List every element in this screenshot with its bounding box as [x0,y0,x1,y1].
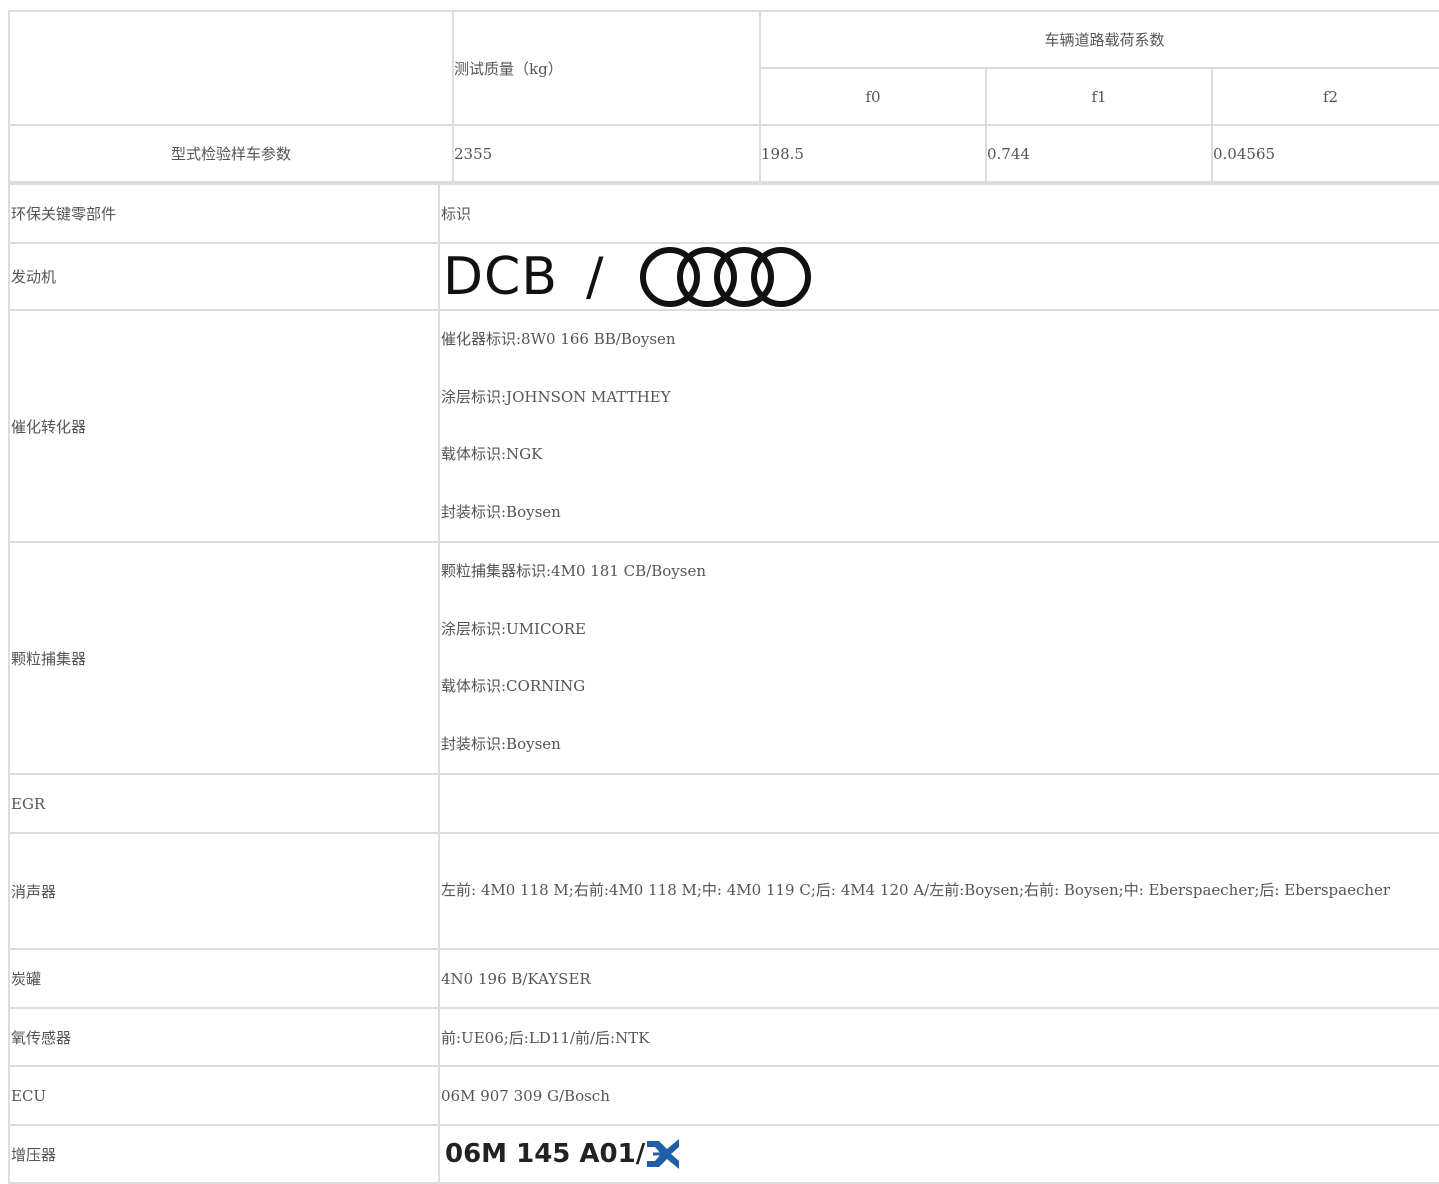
particulate-filter-marks: 颗粒捕集器标识:4M0 181 CB/Boysen 涂层标识:UMICORE 载… [438,541,1439,775]
catalyst-line: 催化器标识:8W0 166 BB/Boysen [441,330,676,348]
road-load-table: 测试质量（kg） 车辆道路载荷系数 f0 f1 f2 型式检验样车参数 2355… [8,10,1439,183]
audi-four-rings-icon [639,246,811,307]
canister-mark: 4N0 196 B/KAYSER [438,948,1439,1009]
borgwarner-logo-icon [645,1135,682,1173]
engine-slash: / [586,246,604,307]
catalyst-marks: 催化器标识:8W0 166 BB/Boysen 涂层标识:JOHNSON MAT… [438,309,1439,543]
canister-label: 炭罐 [8,948,440,1009]
f1-value: 0.744 [985,124,1213,183]
catalyst-line: 涂层标识:JOHNSON MATTHEY [441,387,671,406]
corner-cell [8,10,454,126]
particulate-line: 封装标识:Boysen [441,734,561,753]
oxygen-sensor-label: 氧传感器 [8,1007,440,1067]
components-header-label: 环保关键零部件 [8,183,440,244]
catalyst-label: 催化转化器 [8,309,440,543]
particulate-filter-label: 颗粒捕集器 [8,541,440,775]
ecu-mark: 06M 907 309 G/Bosch [438,1065,1439,1126]
turbocharger-label: 增压器 [8,1124,440,1184]
mass-value: 2355 [452,124,761,183]
muffler-label: 消声器 [8,832,440,950]
turbocharger-mark: 06M 145 A01/ [441,1127,1439,1181]
oxygen-sensor-mark: 前:UE06;后:LD11/前/后:NTK [438,1007,1439,1067]
muffler-mark-cell: 左前: 4M0 118 M;右前:4M0 118 M;中: 4M0 119 C;… [438,832,1439,950]
particulate-line: 载体标识:CORNING [441,677,586,695]
f0-header: f0 [759,67,987,126]
turbocharger-code: 06M 145 A01/ [445,1139,646,1169]
sample-vehicle-label: 型式检验样车参数 [8,124,454,183]
engine-code: DCB [443,246,559,307]
catalyst-line: 载体标识:NGK [441,445,543,463]
components-header-mark: 标识 [438,183,1439,244]
f2-header: f2 [1211,67,1439,126]
f0-value: 198.5 [759,124,987,183]
egr-label: EGR [8,773,440,834]
mass-header: 测试质量（kg） [452,10,761,126]
engine-mark: DCB / [441,245,1439,309]
egr-mark [438,773,1439,834]
muffler-mark: 左前: 4M0 118 M;右前:4M0 118 M;中: 4M0 119 C;… [441,881,1391,900]
particulate-line: 颗粒捕集器标识:4M0 181 CB/Boysen [441,562,706,580]
engine-mark-cell: DCB / [438,242,1439,311]
particulate-line: 涂层标识:UMICORE [441,619,586,638]
ecu-label: ECU [8,1065,440,1126]
catalyst-line: 封装标识:Boysen [441,502,561,521]
f1-header: f1 [985,67,1213,126]
load-coefficient-header: 车辆道路载荷系数 [759,10,1439,69]
f2-value: 0.04565 [1211,124,1439,183]
components-table: 环保关键零部件 标识 发动机 DCB / 催化转化器 催化器标识:8W0 166… [8,183,1439,1184]
engine-label: 发动机 [8,242,440,311]
turbocharger-mark-cell: 06M 145 A01/ [438,1124,1439,1184]
